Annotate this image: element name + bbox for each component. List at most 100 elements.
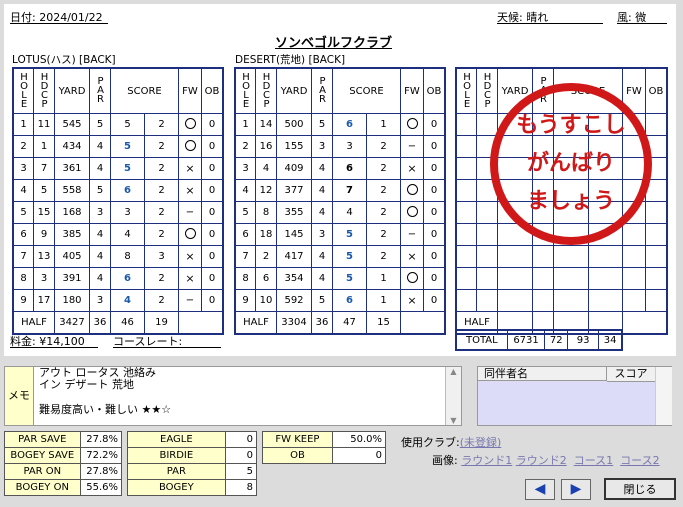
hole-par: 4 [89, 267, 111, 290]
prev-button[interactable]: ◀ [525, 479, 555, 500]
hole-number: 2 [234, 135, 256, 158]
hole-putt: 2 [366, 245, 401, 268]
empty-row [455, 267, 668, 290]
hole-putt: 1 [366, 267, 401, 290]
hole-putt: 2 [144, 201, 179, 224]
hole-number: 9 [234, 289, 256, 312]
hole-putt: 2 [144, 157, 179, 180]
hole-ob: 0 [423, 135, 446, 158]
hole-score: 4 [110, 289, 145, 312]
hole-par: 3 [89, 289, 111, 312]
memo-line2: イン デザート 荒地 [39, 378, 134, 391]
hole-ob: 0 [423, 201, 446, 224]
col-hole: HOLE [240, 71, 252, 108]
stat-label: FW KEEP [262, 431, 333, 448]
close-button[interactable]: 閉じる [604, 478, 676, 500]
stat-value: 72.2% [79, 447, 123, 464]
next-button[interactable]: ▶ [561, 479, 591, 500]
stat-value: 0 [224, 447, 258, 464]
hole-yard: 545 [54, 113, 90, 136]
stat-label: BOGEY [127, 479, 226, 496]
hole-hdcp: 13 [33, 245, 55, 268]
col-hole: HOLE [18, 71, 30, 108]
hole-score: 5 [332, 267, 367, 290]
hole-par: 4 [89, 223, 111, 246]
stamp-line1: もうすこし [516, 113, 626, 138]
hole-fw [178, 113, 202, 136]
hole-par: 5 [89, 113, 111, 136]
stat-value: 0 [224, 431, 258, 448]
hole-number: 8 [234, 267, 256, 290]
fw-na-icon: − [407, 229, 417, 240]
hole-row: 5 8 355 4 4 2 0 [234, 201, 446, 224]
col-score: SCORE [110, 67, 179, 114]
stat-value: 55.6% [79, 479, 123, 496]
hole-putt: 2 [144, 135, 179, 158]
hole-hdcp: 16 [255, 135, 277, 158]
memo-box: メモ アウト ロータス 池絡み イン デザート 荒地 難易度高い・難しい ★★☆… [4, 366, 462, 426]
scroll-down-icon[interactable]: ▼ [446, 416, 461, 425]
companion-score-header[interactable]: スコア [607, 367, 655, 382]
hole-fw [178, 135, 202, 158]
clubs-link[interactable]: (未登録) [460, 436, 502, 449]
hole-par: 5 [311, 113, 333, 136]
stats-fw: FW KEEP 50.0% OB 0 [262, 431, 387, 464]
fw-miss-icon: × [407, 250, 417, 263]
half-label: HALF [234, 311, 277, 335]
hole-row: 7 13 405 4 8 3 × 0 [12, 245, 224, 268]
hole-number: 5 [234, 201, 256, 224]
hole-row: 7 2 417 4 5 2 × 0 [234, 245, 446, 268]
hole-yard: 558 [54, 179, 90, 202]
hole-number: 9 [12, 289, 34, 312]
memo-scrollbar[interactable]: ▲ ▼ [445, 367, 461, 425]
stat-row: EAGLE 0 [127, 431, 258, 448]
stats-scores: EAGLE 0 BIRDIE 0 PAR 5 BOGEY 8 [127, 431, 258, 496]
hole-ob: 0 [423, 113, 446, 136]
hole-row: 3 7 361 4 5 2 × 0 [12, 157, 224, 180]
stat-label: BIRDIE [127, 447, 226, 464]
hole-number: 4 [234, 179, 256, 202]
hole-yard: 434 [54, 135, 90, 158]
hole-number: 4 [12, 179, 34, 202]
stat-value: 0 [331, 447, 387, 464]
image-course1-link[interactable]: コース1 [574, 454, 613, 467]
hole-row: 1 11 545 5 5 2 0 [12, 113, 224, 136]
hole-hdcp: 17 [33, 289, 55, 312]
image-round1-link[interactable]: ラウンド1 [461, 454, 512, 467]
hole-hdcp: 15 [33, 201, 55, 224]
image-course2-link[interactable]: コース2 [620, 454, 659, 467]
empty-row [455, 245, 668, 268]
hole-ob: 0 [201, 267, 224, 290]
total-yard: 6731 [506, 329, 546, 351]
hole-row: 4 5 558 5 6 2 × 0 [12, 179, 224, 202]
hole-yard: 417 [276, 245, 312, 268]
hole-score: 6 [110, 179, 145, 202]
hole-fw: × [178, 245, 202, 268]
hole-par: 4 [89, 157, 111, 180]
hole-hdcp: 1 [33, 135, 55, 158]
hole-hdcp: 6 [255, 267, 277, 290]
half-yard: 3304 [276, 311, 312, 335]
hole-par: 5 [89, 179, 111, 202]
image-round2-link[interactable]: ラウンド2 [516, 454, 567, 467]
stat-label: BOGEY ON [4, 479, 81, 496]
hole-hdcp: 11 [33, 113, 55, 136]
half-score: 47 [332, 311, 367, 335]
hole-hdcp: 8 [255, 201, 277, 224]
companions-list[interactable]: 同伴者名 スコア [477, 366, 672, 426]
course1-name: LOTUS(ハス) [BACK] [12, 54, 116, 66]
hole-fw: × [400, 289, 424, 312]
scroll-up-icon[interactable]: ▲ [446, 367, 461, 376]
fw-na-icon: − [185, 207, 195, 218]
stat-label: OB [262, 447, 333, 464]
hole-fw: − [178, 201, 202, 224]
hole-score: 5 [110, 113, 145, 136]
companions-scrollbar[interactable] [655, 367, 672, 425]
col-ob: OB [201, 67, 224, 114]
companion-name-header[interactable]: 同伴者名 [478, 367, 607, 381]
wind-label: 風: 微 [617, 12, 667, 24]
hole-row: 6 18 145 3 5 2−0 [234, 223, 446, 246]
stat-row: BOGEY ON 55.6% [4, 479, 123, 496]
hole-number: 7 [12, 245, 34, 268]
hole-yard: 155 [276, 135, 312, 158]
